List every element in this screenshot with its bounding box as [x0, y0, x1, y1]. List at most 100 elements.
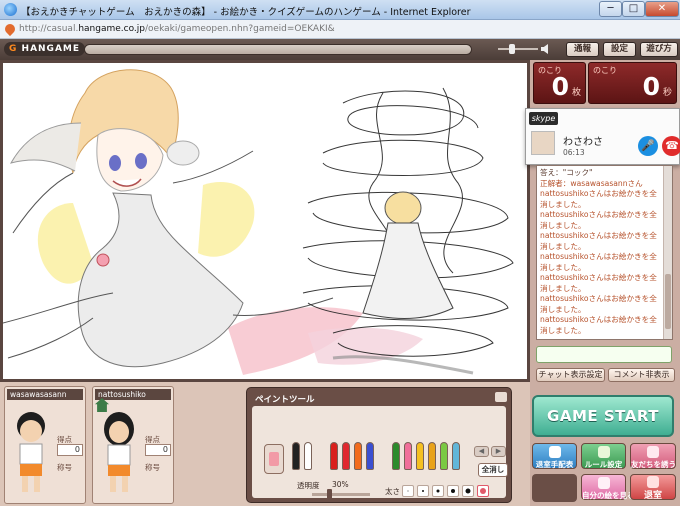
- chat-message: nattosushikoさんはお絵かきを全: [540, 315, 657, 324]
- chat-display-settings-button[interactable]: チャット表示設定: [536, 368, 605, 382]
- chat-scrollbar[interactable]: [663, 166, 672, 339]
- opacity-value: 30%: [332, 480, 349, 489]
- invite-friend-label: 友だちを誘う: [631, 460, 676, 469]
- title-label: 称号: [57, 463, 72, 472]
- hangup-icon[interactable]: ☎: [662, 136, 680, 156]
- door-icon: [647, 476, 659, 488]
- chat-message: 消しました。: [540, 304, 586, 314]
- volume-slider[interactable]: [498, 48, 538, 50]
- chat-message: nattosushikoさんはお絵かきを全: [540, 252, 657, 261]
- game-start-button[interactable]: GAME START: [532, 395, 674, 437]
- clear-all-button[interactable]: 全消し: [478, 463, 508, 477]
- player-score: 0: [57, 444, 83, 456]
- speaker-icon[interactable]: [541, 44, 548, 54]
- logo-mark: G: [9, 44, 18, 54]
- chat-message: 消しました。: [540, 325, 586, 335]
- minimize-button[interactable]: ─: [599, 1, 622, 17]
- player-card[interactable]: wasawasasann 得点 0 称号: [4, 386, 86, 504]
- drawing-canvas-frame: [0, 60, 530, 382]
- window-titlebar: 【おえかきチャットゲーム おえかきの森】 - お絵かき・クイズゲームのハンゲーム…: [0, 0, 680, 20]
- chat-message: nattosushikoさんはお絵かきを全: [540, 273, 657, 282]
- palette-prev-button[interactable]: ◀: [474, 446, 489, 457]
- chat-message: nattosushikoさんはお絵かきを全: [540, 294, 657, 303]
- invite-friend-button[interactable]: 友だちを誘う: [630, 443, 676, 469]
- eraser-icon[interactable]: [264, 444, 284, 474]
- remaining-time-counter: のこり 0 秒: [588, 62, 677, 104]
- pen-color-swatch[interactable]: [304, 442, 312, 470]
- opacity-slider-knob[interactable]: [327, 489, 333, 499]
- opacity-slider[interactable]: [312, 493, 370, 496]
- pen-color-swatch[interactable]: [292, 442, 300, 470]
- pen-color-swatch[interactable]: [404, 442, 412, 470]
- volume-knob[interactable]: [509, 44, 515, 54]
- maximize-button[interactable]: □: [622, 1, 645, 17]
- brush-size-option[interactable]: [432, 485, 444, 497]
- paint-tool-panel: ペイントツール ◀ ▶ 全消し 透明度 30% 太さ: [246, 387, 512, 503]
- chat-message: 正解者：wasawasasannさん: [540, 178, 643, 188]
- kick-list-button[interactable]: 退室手配表: [532, 443, 577, 469]
- loading-bar: [84, 44, 472, 55]
- pen-color-swatch[interactable]: [342, 442, 350, 470]
- opacity-label: 透明度: [297, 481, 320, 490]
- player-name: wasawasasann: [7, 389, 83, 400]
- kick-list-label: 退室手配表: [535, 460, 574, 469]
- remaining-time-unit: 秒: [662, 88, 672, 98]
- url-domain: hangame.co.jp: [78, 24, 145, 34]
- skype-call-overlay[interactable]: skype わさわさ 06:13 🎤 ☎: [525, 108, 680, 165]
- how-to-play-button[interactable]: 遊び方: [640, 42, 678, 57]
- chat-input[interactable]: [536, 346, 672, 363]
- brush-size-option[interactable]: [462, 485, 474, 497]
- remaining-time-label: のこり: [593, 66, 617, 75]
- pen-color-swatch[interactable]: [452, 442, 460, 470]
- pen-color-swatch[interactable]: [416, 442, 424, 470]
- caller-avatar: [531, 131, 555, 155]
- brush-size-option[interactable]: [447, 485, 459, 497]
- url-prefix: http://casual.: [19, 24, 79, 34]
- logo-text: HANGAME: [21, 44, 81, 54]
- brush-size-option[interactable]: [417, 485, 429, 497]
- remaining-time-value: 0: [642, 72, 660, 101]
- pen-color-swatch[interactable]: [440, 442, 448, 470]
- friend-icon: [647, 446, 659, 458]
- chat-scroll-thumb[interactable]: [665, 274, 671, 329]
- exit-room-button[interactable]: 退室: [630, 474, 676, 501]
- remaining-sheets-counter: のこり 0 枚: [533, 62, 586, 104]
- pen-color-swatch[interactable]: [428, 442, 436, 470]
- chat-message: 答え："コック": [540, 168, 593, 177]
- pen-color-swatch[interactable]: [330, 442, 338, 470]
- close-button[interactable]: ✕: [645, 1, 679, 17]
- microphone-icon[interactable]: 🎤: [638, 136, 658, 156]
- drawing-canvas[interactable]: [3, 63, 527, 379]
- picture-icon: [597, 477, 610, 489]
- drawing-artwork: [3, 69, 514, 375]
- palette-next-button[interactable]: ▶: [491, 446, 506, 457]
- title-label: 称号: [145, 463, 160, 472]
- remaining-sheets-unit: 枚: [571, 88, 581, 98]
- chat-message: nattosushikoさんはお絵かきを全: [540, 210, 657, 219]
- chat-lines: 答え："コック" 正解者：wasawasasannさん nattosushikoさん…: [540, 168, 661, 336]
- address-bar[interactable]: http://casual.hangame.co.jp/oekaki/gameo…: [0, 20, 680, 39]
- pen-color-swatch[interactable]: [366, 442, 374, 470]
- my-picture-button[interactable]: 自分の絵を見る: [581, 474, 635, 500]
- report-button[interactable]: 通報: [566, 42, 599, 57]
- panel-minimize-button[interactable]: [495, 392, 507, 402]
- chat-message: 消しました。: [540, 262, 586, 272]
- exit-room-label: 退室: [643, 491, 662, 501]
- chat-message: nattosushikoさんはお絵かきを全: [540, 231, 657, 240]
- player-score: 0: [145, 444, 171, 456]
- pen-color-swatch[interactable]: [354, 442, 362, 470]
- player-avatar: [17, 412, 45, 492]
- my-picture-label: 自分の絵を見る: [582, 491, 635, 500]
- player-card[interactable]: nattosushiko 得点 0 称号: [92, 386, 174, 504]
- pen-color-swatch[interactable]: [392, 442, 400, 470]
- url-text[interactable]: http://casual.hangame.co.jp/oekaki/gameo…: [19, 24, 335, 34]
- rule-settings-button[interactable]: ルール設定: [581, 443, 626, 469]
- brush-size-option[interactable]: [477, 485, 489, 497]
- chat-message: nattosushikoさんはお絵かきを全: [540, 189, 657, 198]
- skype-logo: skype: [529, 112, 558, 125]
- rule-settings-label: ルール設定: [584, 460, 623, 469]
- brush-size-option[interactable]: [402, 485, 414, 497]
- chat-message: 消しました。: [540, 220, 586, 230]
- hide-comments-button[interactable]: コメント非表示: [608, 368, 675, 382]
- settings-button[interactable]: 設定: [603, 42, 636, 57]
